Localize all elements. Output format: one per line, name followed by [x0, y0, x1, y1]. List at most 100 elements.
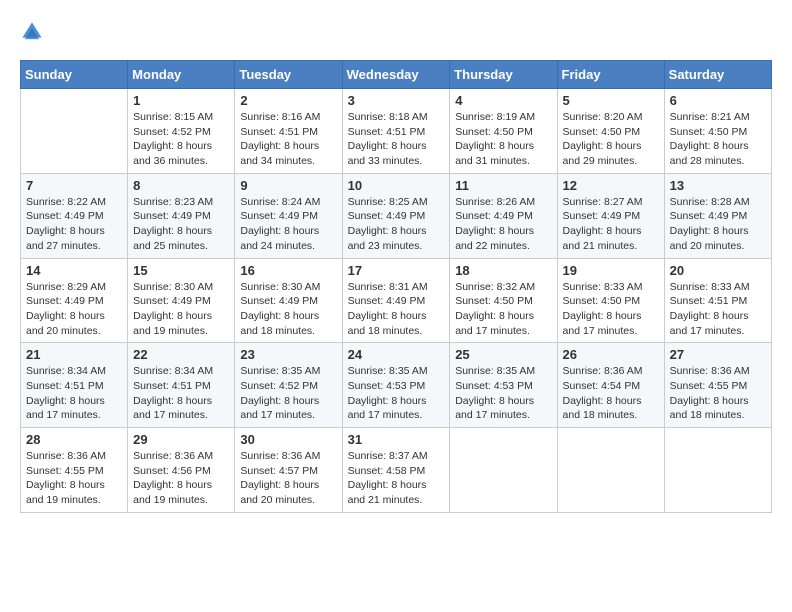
calendar-cell: 13 Sunrise: 8:28 AM Sunset: 4:49 PM Dayli… [664, 173, 771, 258]
day-info: Sunrise: 8:26 AM Sunset: 4:49 PM Dayligh… [455, 195, 551, 254]
calendar-header-saturday: Saturday [664, 61, 771, 89]
day-number: 27 [670, 347, 766, 362]
calendar-table: SundayMondayTuesdayWednesdayThursdayFrid… [20, 60, 772, 513]
calendar-header-wednesday: Wednesday [342, 61, 450, 89]
day-info: Sunrise: 8:36 AM Sunset: 4:56 PM Dayligh… [133, 449, 229, 508]
day-number: 29 [133, 432, 229, 447]
calendar-cell: 8 Sunrise: 8:23 AM Sunset: 4:49 PM Daylig… [128, 173, 235, 258]
day-number: 10 [348, 178, 445, 193]
calendar-cell: 12 Sunrise: 8:27 AM Sunset: 4:49 PM Dayli… [557, 173, 664, 258]
day-number: 11 [455, 178, 551, 193]
day-number: 23 [240, 347, 336, 362]
calendar-cell: 28Sunrise: 8:36 AM Sunset: 4:55 PM Dayli… [21, 428, 128, 513]
calendar-cell: 17 Sunrise: 8:31 AM Sunset: 4:49 PM Dayli… [342, 258, 450, 343]
calendar-week-3: 14 Sunrise: 8:29 AM Sunset: 4:49 PM Dayli… [21, 258, 772, 343]
calendar-cell: 6 Sunrise: 8:21 AM Sunset: 4:50 PM Daylig… [664, 89, 771, 174]
calendar-week-4: 21Sunrise: 8:34 AM Sunset: 4:51 PM Dayli… [21, 343, 772, 428]
calendar-cell [557, 428, 664, 513]
day-number: 9 [240, 178, 336, 193]
day-info: Sunrise: 8:33 AM Sunset: 4:50 PM Dayligh… [563, 280, 659, 339]
day-info: Sunrise: 8:36 AM Sunset: 4:55 PM Dayligh… [26, 449, 122, 508]
day-info: Sunrise: 8:30 AM Sunset: 4:49 PM Dayligh… [133, 280, 229, 339]
day-info: Sunrise: 8:21 AM Sunset: 4:50 PM Dayligh… [670, 110, 766, 169]
day-info: Sunrise: 8:30 AM Sunset: 4:49 PM Dayligh… [240, 280, 336, 339]
day-info: Sunrise: 8:36 AM Sunset: 4:54 PM Dayligh… [563, 364, 659, 423]
day-number: 25 [455, 347, 551, 362]
calendar-cell: 3 Sunrise: 8:18 AM Sunset: 4:51 PM Daylig… [342, 89, 450, 174]
day-info: Sunrise: 8:20 AM Sunset: 4:50 PM Dayligh… [563, 110, 659, 169]
day-number: 18 [455, 263, 551, 278]
calendar-cell: 23 Sunrise: 8:35 AM Sunset: 4:52 PM Dayli… [235, 343, 342, 428]
calendar-cell: 2 Sunrise: 8:16 AM Sunset: 4:51 PM Daylig… [235, 89, 342, 174]
calendar-cell: 21Sunrise: 8:34 AM Sunset: 4:51 PM Dayli… [21, 343, 128, 428]
day-info: Sunrise: 8:35 AM Sunset: 4:52 PM Dayligh… [240, 364, 336, 423]
calendar-week-5: 28Sunrise: 8:36 AM Sunset: 4:55 PM Dayli… [21, 428, 772, 513]
day-info: Sunrise: 8:16 AM Sunset: 4:51 PM Dayligh… [240, 110, 336, 169]
calendar-cell: 5 Sunrise: 8:20 AM Sunset: 4:50 PM Daylig… [557, 89, 664, 174]
calendar-header-tuesday: Tuesday [235, 61, 342, 89]
calendar-cell: 11 Sunrise: 8:26 AM Sunset: 4:49 PM Dayli… [450, 173, 557, 258]
day-info: Sunrise: 8:25 AM Sunset: 4:49 PM Dayligh… [348, 195, 445, 254]
calendar-header-sunday: Sunday [21, 61, 128, 89]
day-number: 24 [348, 347, 445, 362]
calendar-cell: 30 Sunrise: 8:36 AM Sunset: 4:57 PM Dayli… [235, 428, 342, 513]
calendar-cell: 4 Sunrise: 8:19 AM Sunset: 4:50 PM Daylig… [450, 89, 557, 174]
day-number: 31 [348, 432, 445, 447]
day-info: Sunrise: 8:19 AM Sunset: 4:50 PM Dayligh… [455, 110, 551, 169]
calendar-cell: 25 Sunrise: 8:35 AM Sunset: 4:53 PM Dayli… [450, 343, 557, 428]
calendar-cell: 27 Sunrise: 8:36 AM Sunset: 4:55 PM Dayli… [664, 343, 771, 428]
calendar-cell: 7 Sunrise: 8:22 AM Sunset: 4:49 PM Daylig… [21, 173, 128, 258]
day-number: 16 [240, 263, 336, 278]
day-info: Sunrise: 8:35 AM Sunset: 4:53 PM Dayligh… [348, 364, 445, 423]
day-number: 19 [563, 263, 659, 278]
day-number: 2 [240, 93, 336, 108]
day-info: Sunrise: 8:29 AM Sunset: 4:49 PM Dayligh… [26, 280, 122, 339]
calendar-cell [21, 89, 128, 174]
calendar-cell: 19 Sunrise: 8:33 AM Sunset: 4:50 PM Dayli… [557, 258, 664, 343]
day-info: Sunrise: 8:33 AM Sunset: 4:51 PM Dayligh… [670, 280, 766, 339]
day-info: Sunrise: 8:34 AM Sunset: 4:51 PM Dayligh… [133, 364, 229, 423]
day-number: 4 [455, 93, 551, 108]
day-info: Sunrise: 8:31 AM Sunset: 4:49 PM Dayligh… [348, 280, 445, 339]
day-number: 5 [563, 93, 659, 108]
day-number: 30 [240, 432, 336, 447]
logo-icon [20, 20, 44, 44]
logo [20, 20, 48, 44]
calendar-cell: 15 Sunrise: 8:30 AM Sunset: 4:49 PM Dayli… [128, 258, 235, 343]
calendar-cell: 1 Sunrise: 8:15 AM Sunset: 4:52 PM Daylig… [128, 89, 235, 174]
day-info: Sunrise: 8:23 AM Sunset: 4:49 PM Dayligh… [133, 195, 229, 254]
day-number: 12 [563, 178, 659, 193]
calendar-body: 1 Sunrise: 8:15 AM Sunset: 4:52 PM Daylig… [21, 89, 772, 513]
calendar-cell: 20 Sunrise: 8:33 AM Sunset: 4:51 PM Dayli… [664, 258, 771, 343]
day-number: 20 [670, 263, 766, 278]
day-number: 8 [133, 178, 229, 193]
day-info: Sunrise: 8:36 AM Sunset: 4:57 PM Dayligh… [240, 449, 336, 508]
day-info: Sunrise: 8:22 AM Sunset: 4:49 PM Dayligh… [26, 195, 122, 254]
day-info: Sunrise: 8:27 AM Sunset: 4:49 PM Dayligh… [563, 195, 659, 254]
day-number: 1 [133, 93, 229, 108]
day-info: Sunrise: 8:28 AM Sunset: 4:49 PM Dayligh… [670, 195, 766, 254]
day-number: 13 [670, 178, 766, 193]
day-number: 26 [563, 347, 659, 362]
calendar-cell: 24 Sunrise: 8:35 AM Sunset: 4:53 PM Dayli… [342, 343, 450, 428]
day-info: Sunrise: 8:32 AM Sunset: 4:50 PM Dayligh… [455, 280, 551, 339]
day-number: 6 [670, 93, 766, 108]
calendar-cell: 22 Sunrise: 8:34 AM Sunset: 4:51 PM Dayli… [128, 343, 235, 428]
calendar-cell: 18 Sunrise: 8:32 AM Sunset: 4:50 PM Dayli… [450, 258, 557, 343]
calendar-cell: 31Sunrise: 8:37 AM Sunset: 4:58 PM Dayli… [342, 428, 450, 513]
calendar-header-row: SundayMondayTuesdayWednesdayThursdayFrid… [21, 61, 772, 89]
day-info: Sunrise: 8:18 AM Sunset: 4:51 PM Dayligh… [348, 110, 445, 169]
day-number: 22 [133, 347, 229, 362]
day-info: Sunrise: 8:36 AM Sunset: 4:55 PM Dayligh… [670, 364, 766, 423]
day-number: 15 [133, 263, 229, 278]
day-number: 17 [348, 263, 445, 278]
day-number: 3 [348, 93, 445, 108]
calendar-week-2: 7 Sunrise: 8:22 AM Sunset: 4:49 PM Daylig… [21, 173, 772, 258]
day-number: 7 [26, 178, 122, 193]
day-info: Sunrise: 8:24 AM Sunset: 4:49 PM Dayligh… [240, 195, 336, 254]
day-number: 14 [26, 263, 122, 278]
calendar-cell: 16 Sunrise: 8:30 AM Sunset: 4:49 PM Dayli… [235, 258, 342, 343]
day-info: Sunrise: 8:34 AM Sunset: 4:51 PM Dayligh… [26, 364, 122, 423]
day-info: Sunrise: 8:35 AM Sunset: 4:53 PM Dayligh… [455, 364, 551, 423]
day-info: Sunrise: 8:15 AM Sunset: 4:52 PM Dayligh… [133, 110, 229, 169]
